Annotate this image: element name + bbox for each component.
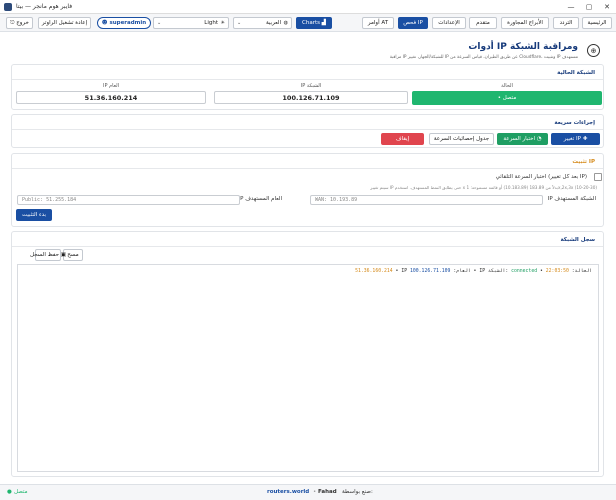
close-button[interactable]: ✕ xyxy=(598,0,616,14)
log-public-ip: 51.36.160.214 xyxy=(355,269,393,274)
network-tools-icon: ⊕ xyxy=(587,44,600,57)
card-divider xyxy=(12,129,603,130)
plus-icon: ✚ xyxy=(582,136,588,142)
tab-ip-check[interactable]: فحص IP xyxy=(398,17,428,29)
footer-site-link[interactable]: routers.world xyxy=(267,489,309,495)
log-network-prefix: • IP الشبكة: xyxy=(473,269,509,274)
log-entry: 51.36.160.214 • IP العام: 100.126.71.109… xyxy=(355,269,592,274)
exit-label: خروج xyxy=(16,20,29,26)
public-target-input[interactable]: Public: 51.255.184 xyxy=(17,195,240,205)
footer-credit-prefix: صنع بواسطة: xyxy=(342,489,373,495)
card-divider xyxy=(12,79,603,80)
window-titlebar: فايبر هوم مانجر — بيتا xyxy=(0,0,616,14)
network-ip-label: IP الشبكة xyxy=(300,83,322,89)
pin-ip-title: تثبيت IP xyxy=(572,159,595,165)
speed-test-button[interactable]: اختبار السرعة ◔ xyxy=(497,133,548,145)
exit-button[interactable]: ⎋ خروج xyxy=(6,17,33,29)
card-divider xyxy=(12,168,603,169)
tab-frequency[interactable]: التردد xyxy=(553,17,579,29)
stop-label: إيقاف xyxy=(395,136,410,142)
stop-button[interactable]: إيقاف xyxy=(381,133,424,145)
state-label: الحالة xyxy=(501,83,513,89)
footer-author: Fahad xyxy=(318,489,337,495)
page-title: أدوات IP ومراقبة الشبكة xyxy=(468,42,578,52)
network-log-output: 51.36.160.214 • IP العام: 100.126.71.109… xyxy=(17,264,599,472)
chevron-down-icon: ⌄ xyxy=(237,20,242,26)
maximize-button[interactable]: ▢ xyxy=(580,0,598,14)
start-pinning-button[interactable]: بدء التثبيت xyxy=(16,209,52,221)
network-log-title: سجل الشبكة xyxy=(560,237,595,243)
start-pinning-label: بدء التثبيت xyxy=(22,212,46,218)
connection-status-badge: • متصل xyxy=(412,91,602,105)
clear-log-label: مسح xyxy=(67,252,79,258)
user-name: superadmin xyxy=(109,20,147,26)
speedometer-icon: ◔ xyxy=(536,136,542,142)
theme-select-value: Light xyxy=(204,20,218,26)
tab-advanced[interactable]: متقدم xyxy=(469,17,497,29)
public-target-label: IP العام المستهدف xyxy=(238,196,282,202)
globe-icon: ◍ xyxy=(283,20,288,26)
network-ip-value: 100.126.71.109 xyxy=(214,91,408,104)
save-log-label: حفظ السجل xyxy=(30,252,60,258)
auto-speed-test-checkbox[interactable] xyxy=(594,173,602,181)
network-target-input[interactable]: WAN: 10.193.89 xyxy=(310,195,543,205)
restart-router-button[interactable]: إعادة تشغيل الراوتر xyxy=(38,17,91,29)
footer-status-dot-icon: ● xyxy=(7,489,12,495)
auto-speed-test-label: اختبار السرعة التلقائي (بعد كل تغيير IP) xyxy=(495,174,587,180)
card-divider xyxy=(12,246,603,247)
window-title: فايبر هوم مانجر — بيتا xyxy=(16,3,73,10)
tab-label: فحص IP xyxy=(403,20,423,26)
tab-label: الرئيسية xyxy=(587,20,607,26)
app-icon xyxy=(4,2,12,11)
tab-label: متقدم xyxy=(476,20,490,26)
log-time: 22:03:50 xyxy=(545,269,569,274)
status-footer: ● متصل routers.world • Fahad صنع بواسطة: xyxy=(0,484,616,500)
tab-neighbor-towers[interactable]: الأبراج المجاورة xyxy=(501,17,549,29)
current-network-card: الشبكة الحالية الحالة IP الشبكة IP العام… xyxy=(11,64,604,110)
theme-icon: ☀ xyxy=(220,20,225,26)
tab-home[interactable]: الرئيسية xyxy=(582,17,612,29)
public-ip-label: IP العام xyxy=(102,83,120,89)
tab-label: الإعدادات xyxy=(438,20,460,26)
speed-test-label: اختبار السرعة xyxy=(503,136,536,142)
quick-actions-title: إجراءات سريعة xyxy=(554,120,595,126)
logout-icon: ⎋ xyxy=(10,19,15,26)
chevron-down-icon: ⌄ xyxy=(157,20,162,26)
restart-router-label: إعادة تشغيل الراوتر xyxy=(41,20,88,26)
tab-at-commands[interactable]: أوامر AT xyxy=(362,17,394,29)
language-select[interactable]: ⌄ العربية ◍ xyxy=(233,17,292,29)
chart-icon: ▟ xyxy=(321,20,326,26)
page-subtitle: مراقبة IP للشبكة/الجهاز، تغيير IP عن طري… xyxy=(389,55,578,60)
charts-button[interactable]: Charts ▟ xyxy=(296,17,332,29)
speed-stats-table-button[interactable]: جدول إحصائيات السرعة xyxy=(429,133,494,145)
tab-label: الأبراج المجاورة xyxy=(507,20,543,26)
language-select-value: العربية xyxy=(265,20,281,26)
log-state: connected xyxy=(511,269,538,274)
user-icon: ☻ xyxy=(101,20,108,26)
log-network-ip: 100.126.71.109 xyxy=(410,269,451,274)
tab-settings[interactable]: الإعدادات xyxy=(432,17,466,29)
footer-status: متصل xyxy=(14,489,28,495)
pin-ip-card: تثبيت IP اختبار السرعة التلقائي (بعد كل … xyxy=(11,153,604,227)
public-ip-value: 51.36.160.214 xyxy=(16,91,206,104)
quick-actions-card: إجراءات سريعة تغيير IP ✚ اختبار السرعة ◔… xyxy=(11,114,604,148)
speed-stats-table-label: جدول إحصائيات السرعة xyxy=(433,136,490,142)
clear-log-button[interactable]: مسح xyxy=(63,249,83,261)
top-navbar: ⎋ خروج إعادة تشغيل الراوتر ☻ superadmin … xyxy=(0,14,616,32)
network-target-label: IP الشبكة المستهدف xyxy=(547,196,596,202)
user-badge[interactable]: ☻ superadmin xyxy=(97,17,151,29)
tab-label: التردد xyxy=(559,20,573,26)
pin-ip-hint: سيتم تغيير IP حتى يطابق النمط المستهدف. … xyxy=(370,185,597,190)
change-ip-button[interactable]: تغيير IP ✚ xyxy=(551,133,600,145)
minimize-button[interactable]: — xyxy=(562,0,580,14)
change-ip-label: تغيير IP xyxy=(563,136,581,142)
floppy-icon: ▣ xyxy=(60,252,66,258)
save-log-button[interactable]: حفظ السجل ▣ xyxy=(30,249,66,261)
charts-label: Charts xyxy=(302,20,320,26)
tab-label: أوامر AT xyxy=(367,20,389,26)
theme-select[interactable]: ⌄ Light ☀ xyxy=(153,17,229,29)
footer-separator: • xyxy=(313,489,317,495)
current-network-title: الشبكة الحالية xyxy=(557,70,595,76)
